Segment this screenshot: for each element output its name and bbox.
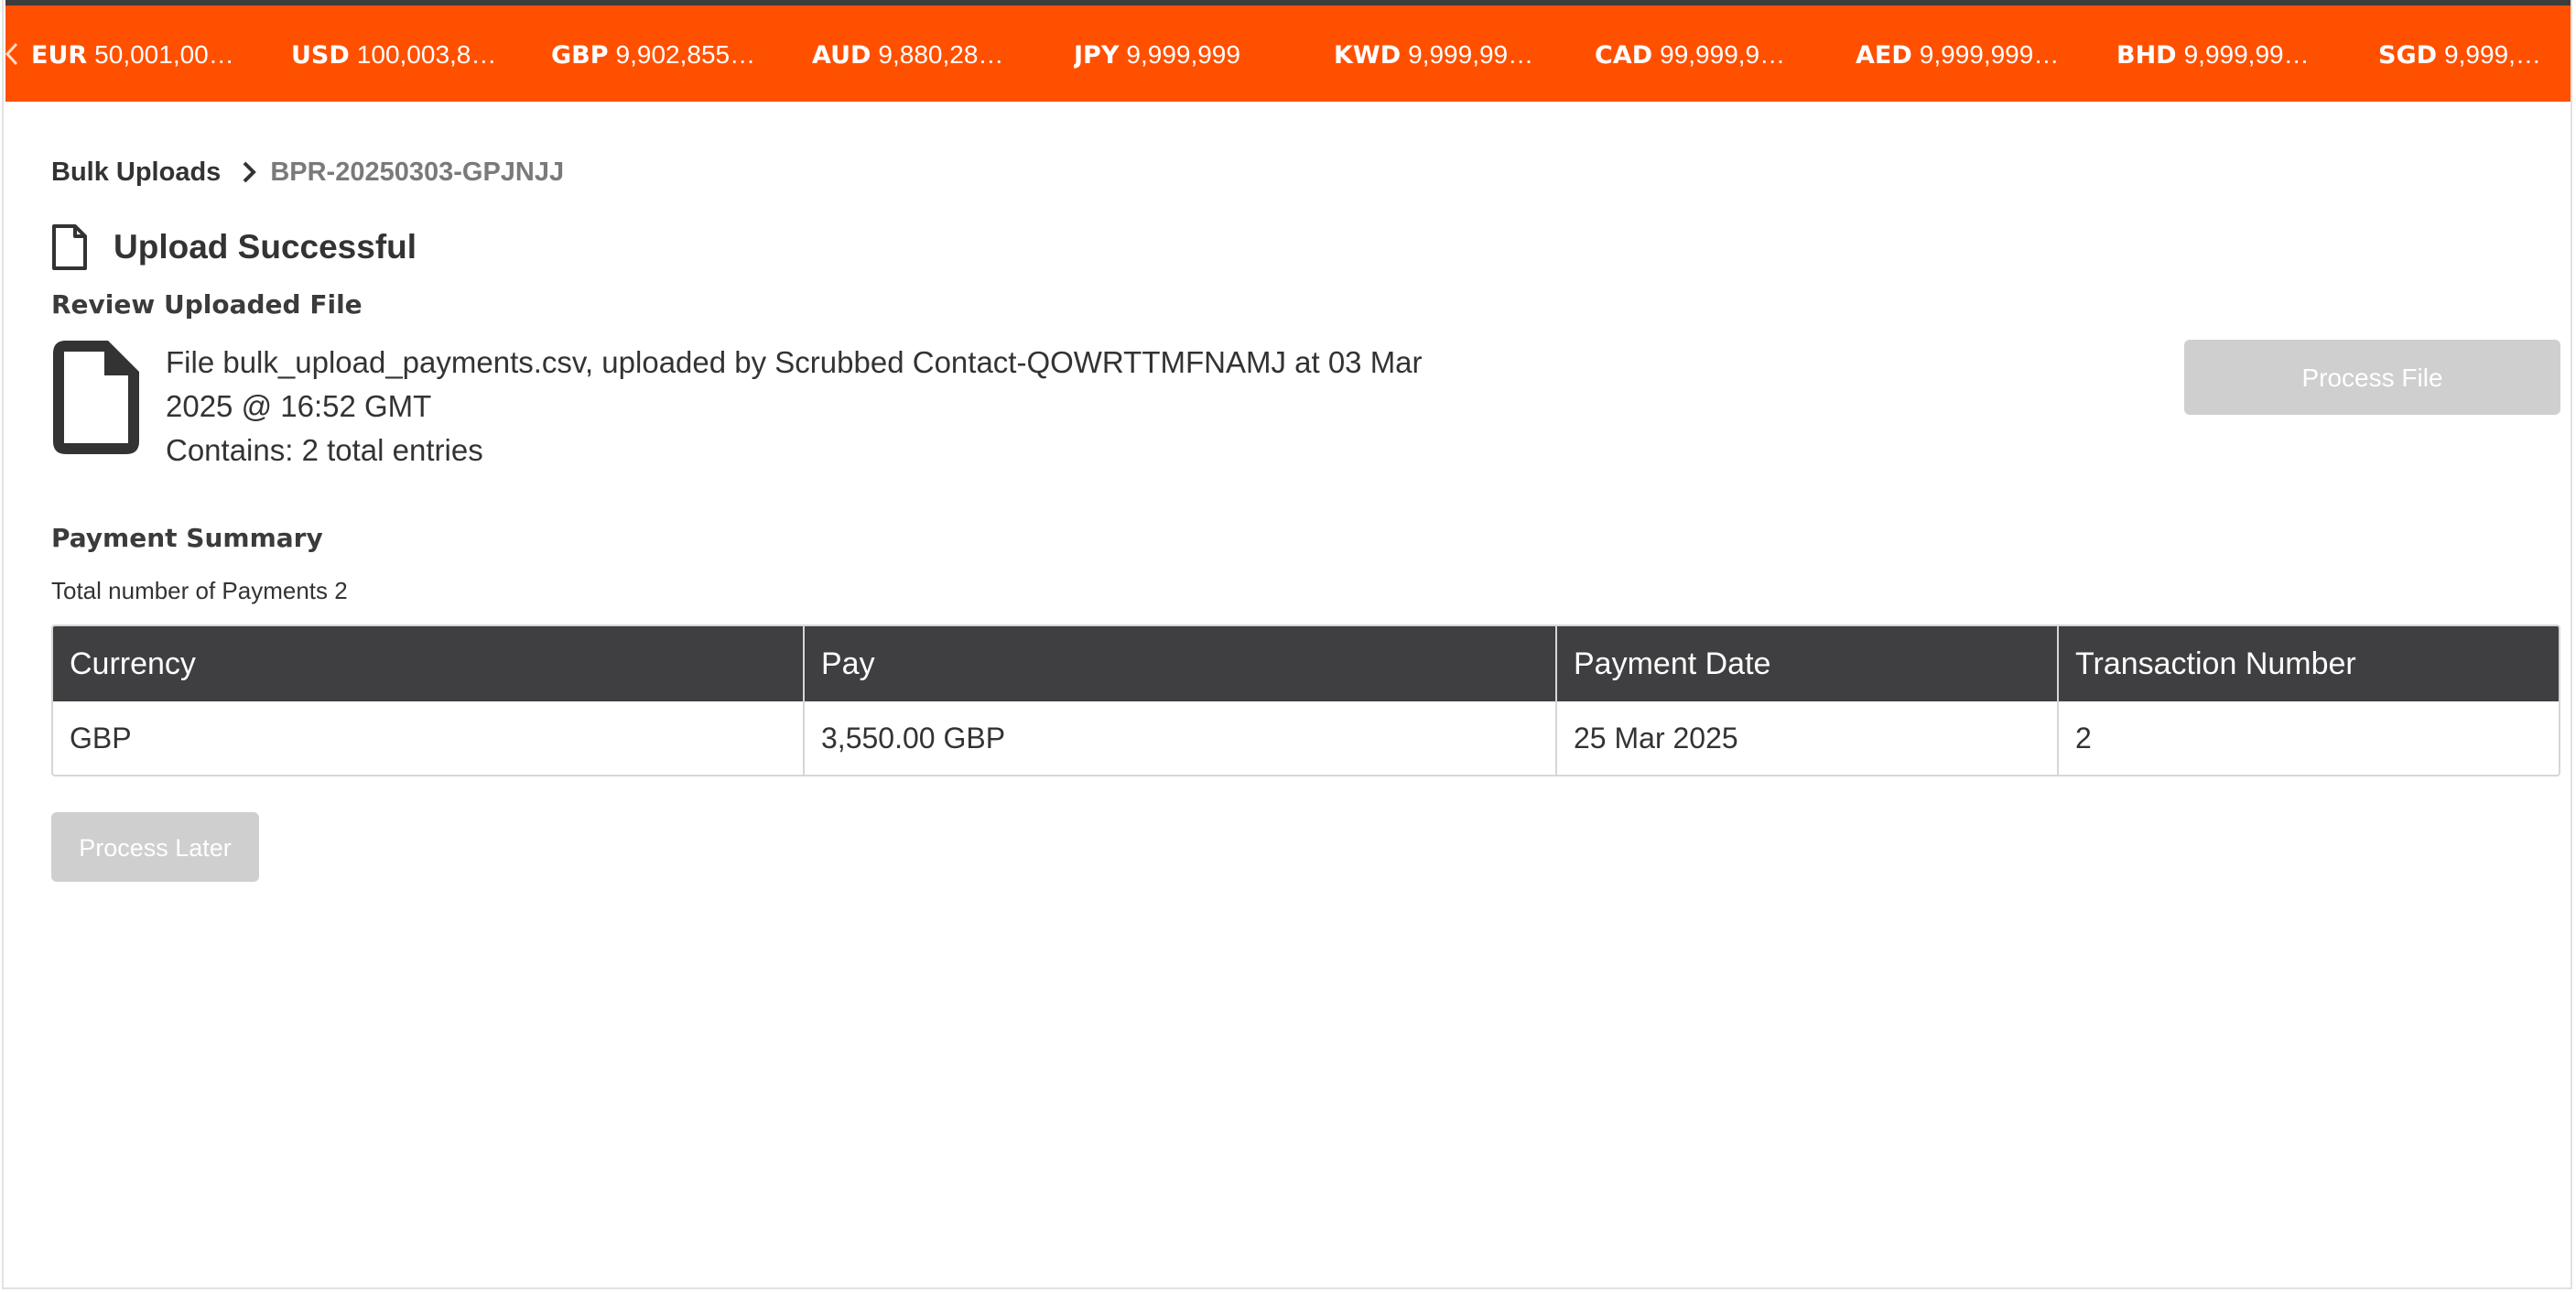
chevron-right-icon <box>243 161 257 183</box>
chevron-left-icon[interactable] <box>5 42 18 66</box>
table-row: GBP 3,550.00 GBP 25 Mar 2025 2 <box>53 701 2559 775</box>
cell-pay: 3,550.00 GBP <box>804 701 1557 775</box>
payment-summary-heading: Payment Summary <box>51 523 323 553</box>
ticker-item[interactable]: AUD 9,880,28… <box>812 5 1019 102</box>
cell-payment-date: 25 Mar 2025 <box>1556 701 2059 775</box>
breadcrumb: Bulk Uploads BPR-20250303-GPJNJJ <box>51 154 564 190</box>
file-description: File bulk_upload_payments.csv, uploaded … <box>166 341 1502 472</box>
ticker-items: EUR 50,001,00… USD 100,003,8… GBP 9,902,855… <box>26 5 2571 102</box>
file-icon <box>53 341 139 454</box>
file-entry-count: Contains: 2 total entries <box>166 433 483 467</box>
ticker-item[interactable]: KWD 9,999,99… <box>1334 5 1539 102</box>
process-later-button[interactable]: Process Later <box>51 812 259 882</box>
file-upload-info: File bulk_upload_payments.csv, uploaded … <box>166 345 1423 379</box>
ticker-item[interactable]: EUR 50,001,00… <box>31 5 244 102</box>
cell-currency: GBP <box>53 701 805 775</box>
currency-ticker: EUR 50,001,00… USD 100,003,8… GBP 9,902,855… <box>5 0 2571 102</box>
column-header-pay: Pay <box>804 626 1557 701</box>
page-header: Upload Successful <box>51 223 417 271</box>
table-header-row: Currency Pay Payment Date Transaction Nu… <box>53 626 2559 701</box>
cell-transaction-number: 2 <box>2075 721 2092 755</box>
page-title: Upload Successful <box>114 228 417 266</box>
ticker-item[interactable]: CAD 99,999,9… <box>1595 5 1800 102</box>
review-heading: Review Uploaded File <box>51 289 363 320</box>
ticker-item[interactable]: USD 100,003,8… <box>291 5 505 102</box>
ticker-item[interactable]: AED 9,999,999… <box>1856 5 2062 102</box>
ticker-item[interactable]: SGD 9,999,… <box>2378 5 2561 102</box>
file-upload-time: 2025 @ 16:52 GMT <box>166 389 432 423</box>
ticker-item[interactable]: JPY 9,999,999 <box>1074 5 1275 102</box>
breadcrumb-current: BPR-20250303-GPJNJJ <box>270 157 565 187</box>
file-outline-icon <box>52 224 87 270</box>
column-header-payment-date: Payment Date <box>1556 626 2059 701</box>
column-header-currency: Currency <box>53 626 805 701</box>
process-file-button[interactable]: Process File <box>2184 340 2560 415</box>
payment-summary-table: Currency Pay Payment Date Transaction Nu… <box>51 624 2560 776</box>
ticker-item[interactable]: BHD 9,999,99… <box>2116 5 2322 102</box>
ticker-item[interactable]: GBP 9,902,855… <box>551 5 760 102</box>
column-header-transaction-number: Transaction Number <box>2058 626 2559 701</box>
total-payments-label: Total number of Payments 2 <box>51 577 348 604</box>
breadcrumb-bulk-uploads-link[interactable]: Bulk Uploads <box>51 157 221 188</box>
